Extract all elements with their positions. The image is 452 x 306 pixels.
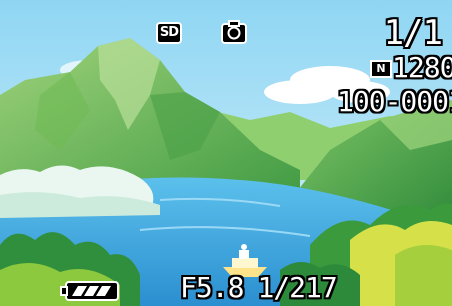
image-size-value: 1280 <box>392 51 452 84</box>
shutter-speed-value: 1/217 <box>257 271 337 304</box>
file-number: 100-0001 <box>337 85 452 118</box>
frame-counter: 1/1 <box>383 13 443 53</box>
exposure-readout: F5.8 1/217 <box>180 271 338 304</box>
sd-card-icon: SD <box>156 22 182 44</box>
quality-icon: N <box>370 60 392 78</box>
camera-playback-screen: SD 1/1 N 1280 100-0001 F5.8 1/217 <box>0 0 452 306</box>
battery-full-icon <box>60 281 119 301</box>
aperture-value: F5.8 <box>180 271 244 304</box>
camera-icon <box>221 20 247 44</box>
